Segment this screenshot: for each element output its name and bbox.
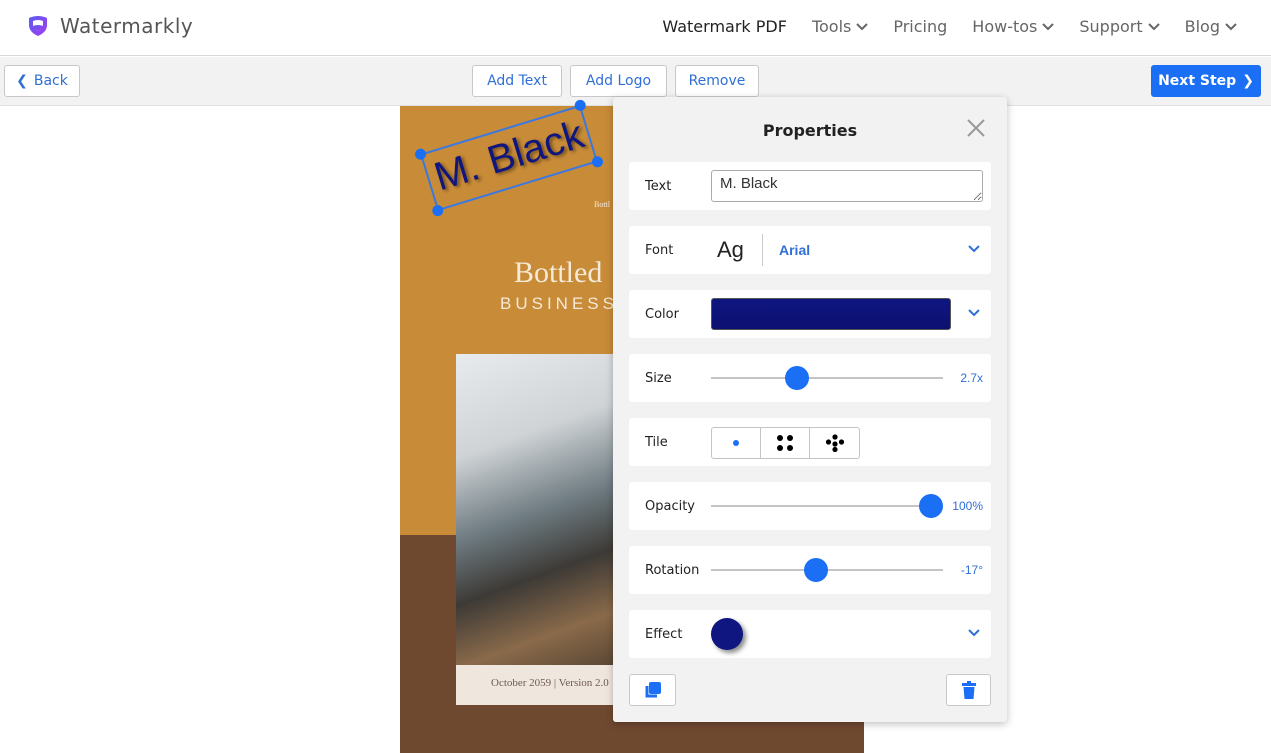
doc-subtitle: BUSINESS	[500, 294, 618, 313]
font-select-value[interactable]: Arial	[779, 242, 810, 258]
nav-item-label: Watermark PDF	[662, 17, 787, 36]
opacity-slider[interactable]	[711, 494, 943, 518]
color-label: Color	[645, 307, 679, 322]
chevron-down-icon	[1225, 22, 1237, 30]
size-label: Size	[645, 371, 672, 386]
nav-item-label: Support	[1079, 17, 1143, 36]
rotation-value: -17°	[960, 563, 983, 577]
five-dots-icon	[825, 434, 844, 452]
opacity-value: 100%	[952, 499, 983, 513]
chevron-down-icon[interactable]	[967, 308, 981, 318]
tile-scatter-option[interactable]	[810, 428, 859, 458]
nav-item-label: Pricing	[893, 17, 948, 36]
text-row: Text M. Black	[629, 162, 991, 210]
brand-name: Watermarkly	[60, 14, 194, 38]
nav-item[interactable]: Tools	[811, 17, 869, 36]
chevron-down-icon	[1147, 22, 1160, 30]
doc-small-text: Bottl	[594, 200, 611, 209]
effect-label: Effect	[645, 627, 683, 642]
four-dots-icon	[777, 435, 793, 451]
color-row: Color	[629, 290, 991, 338]
main-menu: Watermark PDF Tools Pricing How-tos Support B…	[662, 17, 1237, 36]
duplicate-icon	[645, 682, 661, 698]
nav-item-label: Tools	[811, 17, 852, 36]
opacity-row: Opacity 100%	[629, 482, 991, 530]
rotation-slider[interactable]	[711, 558, 943, 582]
color-swatch[interactable]	[711, 298, 951, 330]
properties-panel: Properties Text M. Black Font Ag Arial C…	[613, 97, 1007, 722]
next-step-button[interactable]: Next Step ❯	[1151, 65, 1261, 97]
tile-label: Tile	[645, 435, 668, 450]
doc-title: Bottled	[514, 256, 603, 289]
font-row[interactable]: Font Ag Arial	[629, 226, 991, 274]
effect-row[interactable]: Effect	[629, 610, 991, 658]
text-label: Text	[645, 179, 672, 194]
back-button[interactable]: ❮ Back	[4, 65, 80, 97]
remove-button[interactable]: Remove	[675, 65, 759, 97]
rotation-slider-thumb[interactable]	[804, 558, 829, 582]
size-slider-thumb[interactable]	[784, 366, 809, 390]
nav-item[interactable]: Pricing	[893, 17, 947, 36]
chevron-down-icon	[1042, 22, 1055, 30]
nav-item-label: Blog	[1184, 17, 1220, 36]
nav-item-label: How-tos	[972, 17, 1038, 36]
text-input[interactable]: M. Black	[711, 170, 983, 202]
font-label: Font	[645, 243, 674, 258]
size-slider[interactable]	[711, 366, 943, 390]
opacity-slider-thumb[interactable]	[918, 494, 943, 518]
rotation-label: Rotation	[645, 563, 700, 578]
back-label: Back	[33, 73, 68, 89]
chevron-down-icon[interactable]	[967, 244, 981, 254]
shield-logo-icon	[29, 16, 47, 36]
brand-logo[interactable]: Watermarkly	[28, 14, 193, 38]
tile-row: Tile	[629, 418, 991, 466]
add-logo-button[interactable]: Add Logo	[570, 65, 667, 97]
nav-item[interactable]: Watermark PDF	[662, 17, 787, 36]
tile-grid-option[interactable]	[761, 428, 810, 458]
effect-shadow-preview[interactable]	[711, 618, 743, 650]
single-dot-icon	[733, 440, 739, 446]
nav-item[interactable]: Blog	[1185, 17, 1237, 36]
duplicate-button[interactable]	[629, 674, 676, 706]
chevron-down-icon	[856, 22, 869, 30]
top-nav: Watermarkly Watermark PDF Tools Pricing How…	[0, 0, 1271, 56]
add-text-button[interactable]: Add Text	[472, 65, 562, 97]
delete-button[interactable]	[946, 674, 991, 706]
nav-item[interactable]: Support	[1079, 17, 1160, 36]
tile-single-option[interactable]	[712, 428, 761, 458]
opacity-label: Opacity	[645, 499, 696, 514]
rotation-row: Rotation -17°	[629, 546, 991, 594]
trash-icon	[961, 681, 976, 699]
panel-title: Properties	[762, 121, 858, 140]
next-step-label: Next Step	[1158, 73, 1237, 89]
font-preview: Ag	[717, 237, 744, 262]
close-icon[interactable]	[967, 119, 985, 137]
chevron-right-icon: ❯	[1242, 73, 1254, 89]
nav-item[interactable]: How-tos	[972, 17, 1055, 36]
divider	[762, 234, 763, 266]
size-value: 2.7x	[960, 371, 983, 385]
tile-options	[711, 427, 860, 459]
size-row: Size 2.7x	[629, 354, 991, 402]
chevron-down-icon[interactable]	[967, 628, 981, 638]
chevron-left-icon: ❮	[16, 73, 28, 89]
